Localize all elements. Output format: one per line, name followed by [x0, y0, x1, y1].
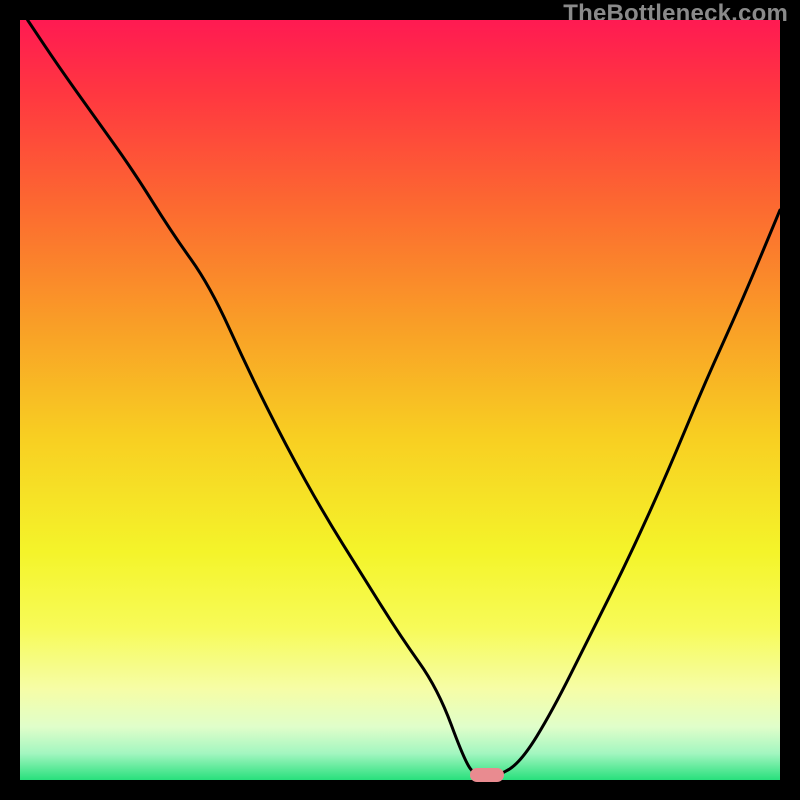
- chart-frame: TheBottleneck.com: [0, 0, 800, 800]
- plot-area: [20, 20, 780, 780]
- optimal-marker: [470, 768, 504, 782]
- bottleneck-curve: [20, 20, 780, 780]
